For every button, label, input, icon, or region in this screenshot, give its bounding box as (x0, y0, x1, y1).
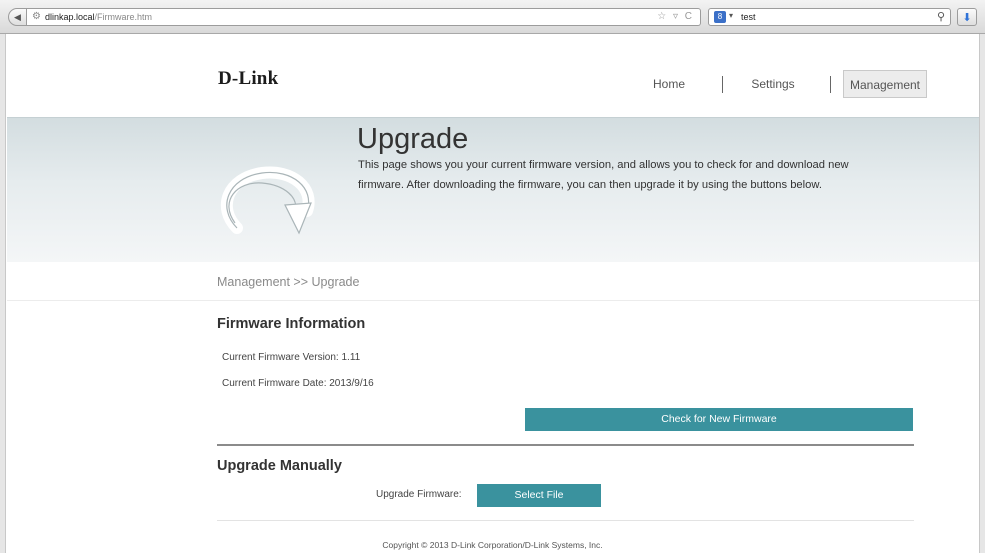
site-identity-icon[interactable]: ⚙ (32, 11, 41, 22)
select-file-button[interactable]: Select File (477, 484, 601, 507)
footer-divider (217, 520, 914, 521)
page-title: Upgrade (357, 123, 469, 155)
window-frame-left (0, 34, 6, 553)
nav-home[interactable]: Home (640, 70, 698, 98)
section-divider (217, 444, 914, 446)
firmware-info-title: Firmware Information (217, 316, 366, 332)
search-engine-icon[interactable]: 8 (714, 11, 726, 23)
url-text: dlinkap.local/Firmware.htm (45, 12, 152, 22)
download-icon[interactable]: ⬇ (957, 8, 977, 26)
search-input[interactable]: test (741, 12, 756, 22)
back-button[interactable]: ◀ (8, 8, 27, 26)
search-bar[interactable]: 8 ▾ test ⚲ (708, 8, 951, 26)
dlink-logo[interactable]: D-Link (218, 68, 278, 90)
browser-toolbar: ◀ ⚙ dlinkap.local/Firmware.htm ☆ ▿ C 8 ▾… (0, 0, 985, 34)
engine-dropdown-icon[interactable]: ▾ (729, 11, 733, 20)
check-firmware-button[interactable]: Check for New Firmware (525, 408, 913, 431)
upgrade-firmware-label: Upgrade Firmware: (376, 489, 462, 500)
bookmark-star-icon[interactable]: ☆ ▿ C (657, 11, 694, 22)
nav-settings[interactable]: Settings (735, 70, 811, 98)
breadcrumb: Management >> Upgrade (217, 275, 360, 289)
firmware-version: Current Firmware Version: 1.11 (222, 352, 361, 363)
upgrade-manually-title: Upgrade Manually (217, 458, 342, 474)
url-host: dlinkap.local (45, 12, 95, 22)
url-path: /Firmware.htm (94, 12, 153, 22)
window-frame-right (979, 34, 985, 553)
breadcrumb-divider (7, 300, 979, 301)
nav-separator (722, 76, 723, 93)
upgrade-refresh-icon (220, 166, 315, 235)
nav-management[interactable]: Management (843, 70, 927, 98)
address-bar[interactable]: ⚙ dlinkap.local/Firmware.htm ☆ ▿ C (27, 8, 701, 26)
search-icon[interactable]: ⚲ (937, 10, 945, 23)
page-description: This page shows you your current firmwar… (358, 159, 849, 191)
firmware-date: Current Firmware Date: 2013/9/16 (222, 378, 374, 389)
copyright: Copyright © 2013 D-Link Corporation/D-Li… (382, 540, 603, 550)
nav-separator (830, 76, 831, 93)
